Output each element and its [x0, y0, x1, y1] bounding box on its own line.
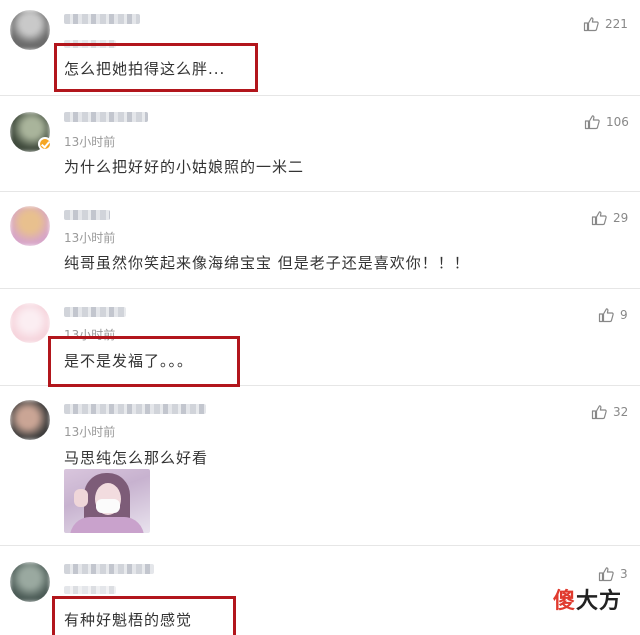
photo-content [70, 517, 144, 533]
comment-time: 13小时前 [64, 425, 116, 439]
like-count: 9 [620, 308, 628, 322]
avatar[interactable] [10, 303, 50, 343]
comment-text: 纯哥虽然你笑起来像海绵宝宝 但是老子还是喜欢你！！！ [64, 254, 470, 272]
comment-time: 13小时前 [64, 135, 116, 149]
avatar[interactable] [10, 562, 50, 602]
comment-text: 为什么把好好的小姑娘照的一米二 [64, 158, 305, 176]
photo-content [74, 489, 88, 507]
avatar-image [10, 400, 50, 440]
username-blurred[interactable] [64, 404, 206, 414]
like-button[interactable]: 221 [583, 16, 628, 32]
thumbs-up-icon [598, 567, 614, 582]
thumbs-up-icon [584, 115, 600, 130]
username-blurred[interactable] [64, 210, 110, 220]
like-button[interactable]: 3 [598, 566, 628, 582]
avatar-image [10, 562, 50, 602]
avatar-image [10, 10, 50, 50]
watermark-part: 傻 [552, 589, 576, 614]
username-blurred[interactable] [64, 14, 140, 24]
comment-item: 13小时前 是不是发福了。。。 9 [0, 289, 640, 387]
thumbs-up-icon [583, 17, 599, 32]
avatar[interactable] [10, 10, 50, 50]
watermark-logo: 傻大方 [553, 583, 622, 615]
comment-item: 有种好魁梧的感觉 3 [0, 546, 640, 635]
username-blurred[interactable] [64, 564, 154, 574]
comment-item: 13小时前 为什么把好好的小姑娘照的一米二 106 [0, 96, 640, 192]
comment-item: 怎么把她拍得这么胖... 221 [0, 0, 640, 96]
comment-time: 13小时前 [64, 231, 116, 245]
comment-text: 马思纯怎么那么好看 [64, 449, 209, 467]
username-blurred [64, 586, 116, 594]
username-blurred[interactable] [64, 112, 148, 122]
like-button[interactable]: 32 [591, 404, 628, 420]
avatar-image [10, 303, 50, 343]
like-button[interactable]: 9 [598, 307, 628, 323]
photo-content [96, 499, 120, 513]
thumbs-up-icon [591, 211, 607, 226]
avatar-image [10, 206, 50, 246]
avatar[interactable] [10, 206, 50, 246]
highlight-box [54, 43, 258, 92]
comment-item: 13小时前 纯哥虽然你笑起来像海绵宝宝 但是老子还是喜欢你！！！ 29 [0, 192, 640, 289]
watermark-part: 大方 [575, 589, 622, 614]
highlight-box [48, 336, 240, 387]
like-count: 106 [606, 115, 629, 129]
highlight-box [52, 596, 236, 635]
like-count: 221 [605, 17, 628, 31]
comment-photo[interactable] [64, 469, 150, 533]
username-blurred[interactable] [64, 307, 126, 317]
like-count: 29 [613, 211, 629, 225]
thumbs-up-icon [598, 308, 614, 323]
like-button[interactable]: 29 [591, 210, 628, 226]
like-count: 32 [613, 405, 629, 419]
like-count: 3 [620, 567, 628, 581]
like-button[interactable]: 106 [584, 114, 629, 130]
thumbs-up-icon [591, 405, 607, 420]
verified-badge-icon [38, 137, 52, 151]
avatar[interactable] [10, 400, 50, 440]
